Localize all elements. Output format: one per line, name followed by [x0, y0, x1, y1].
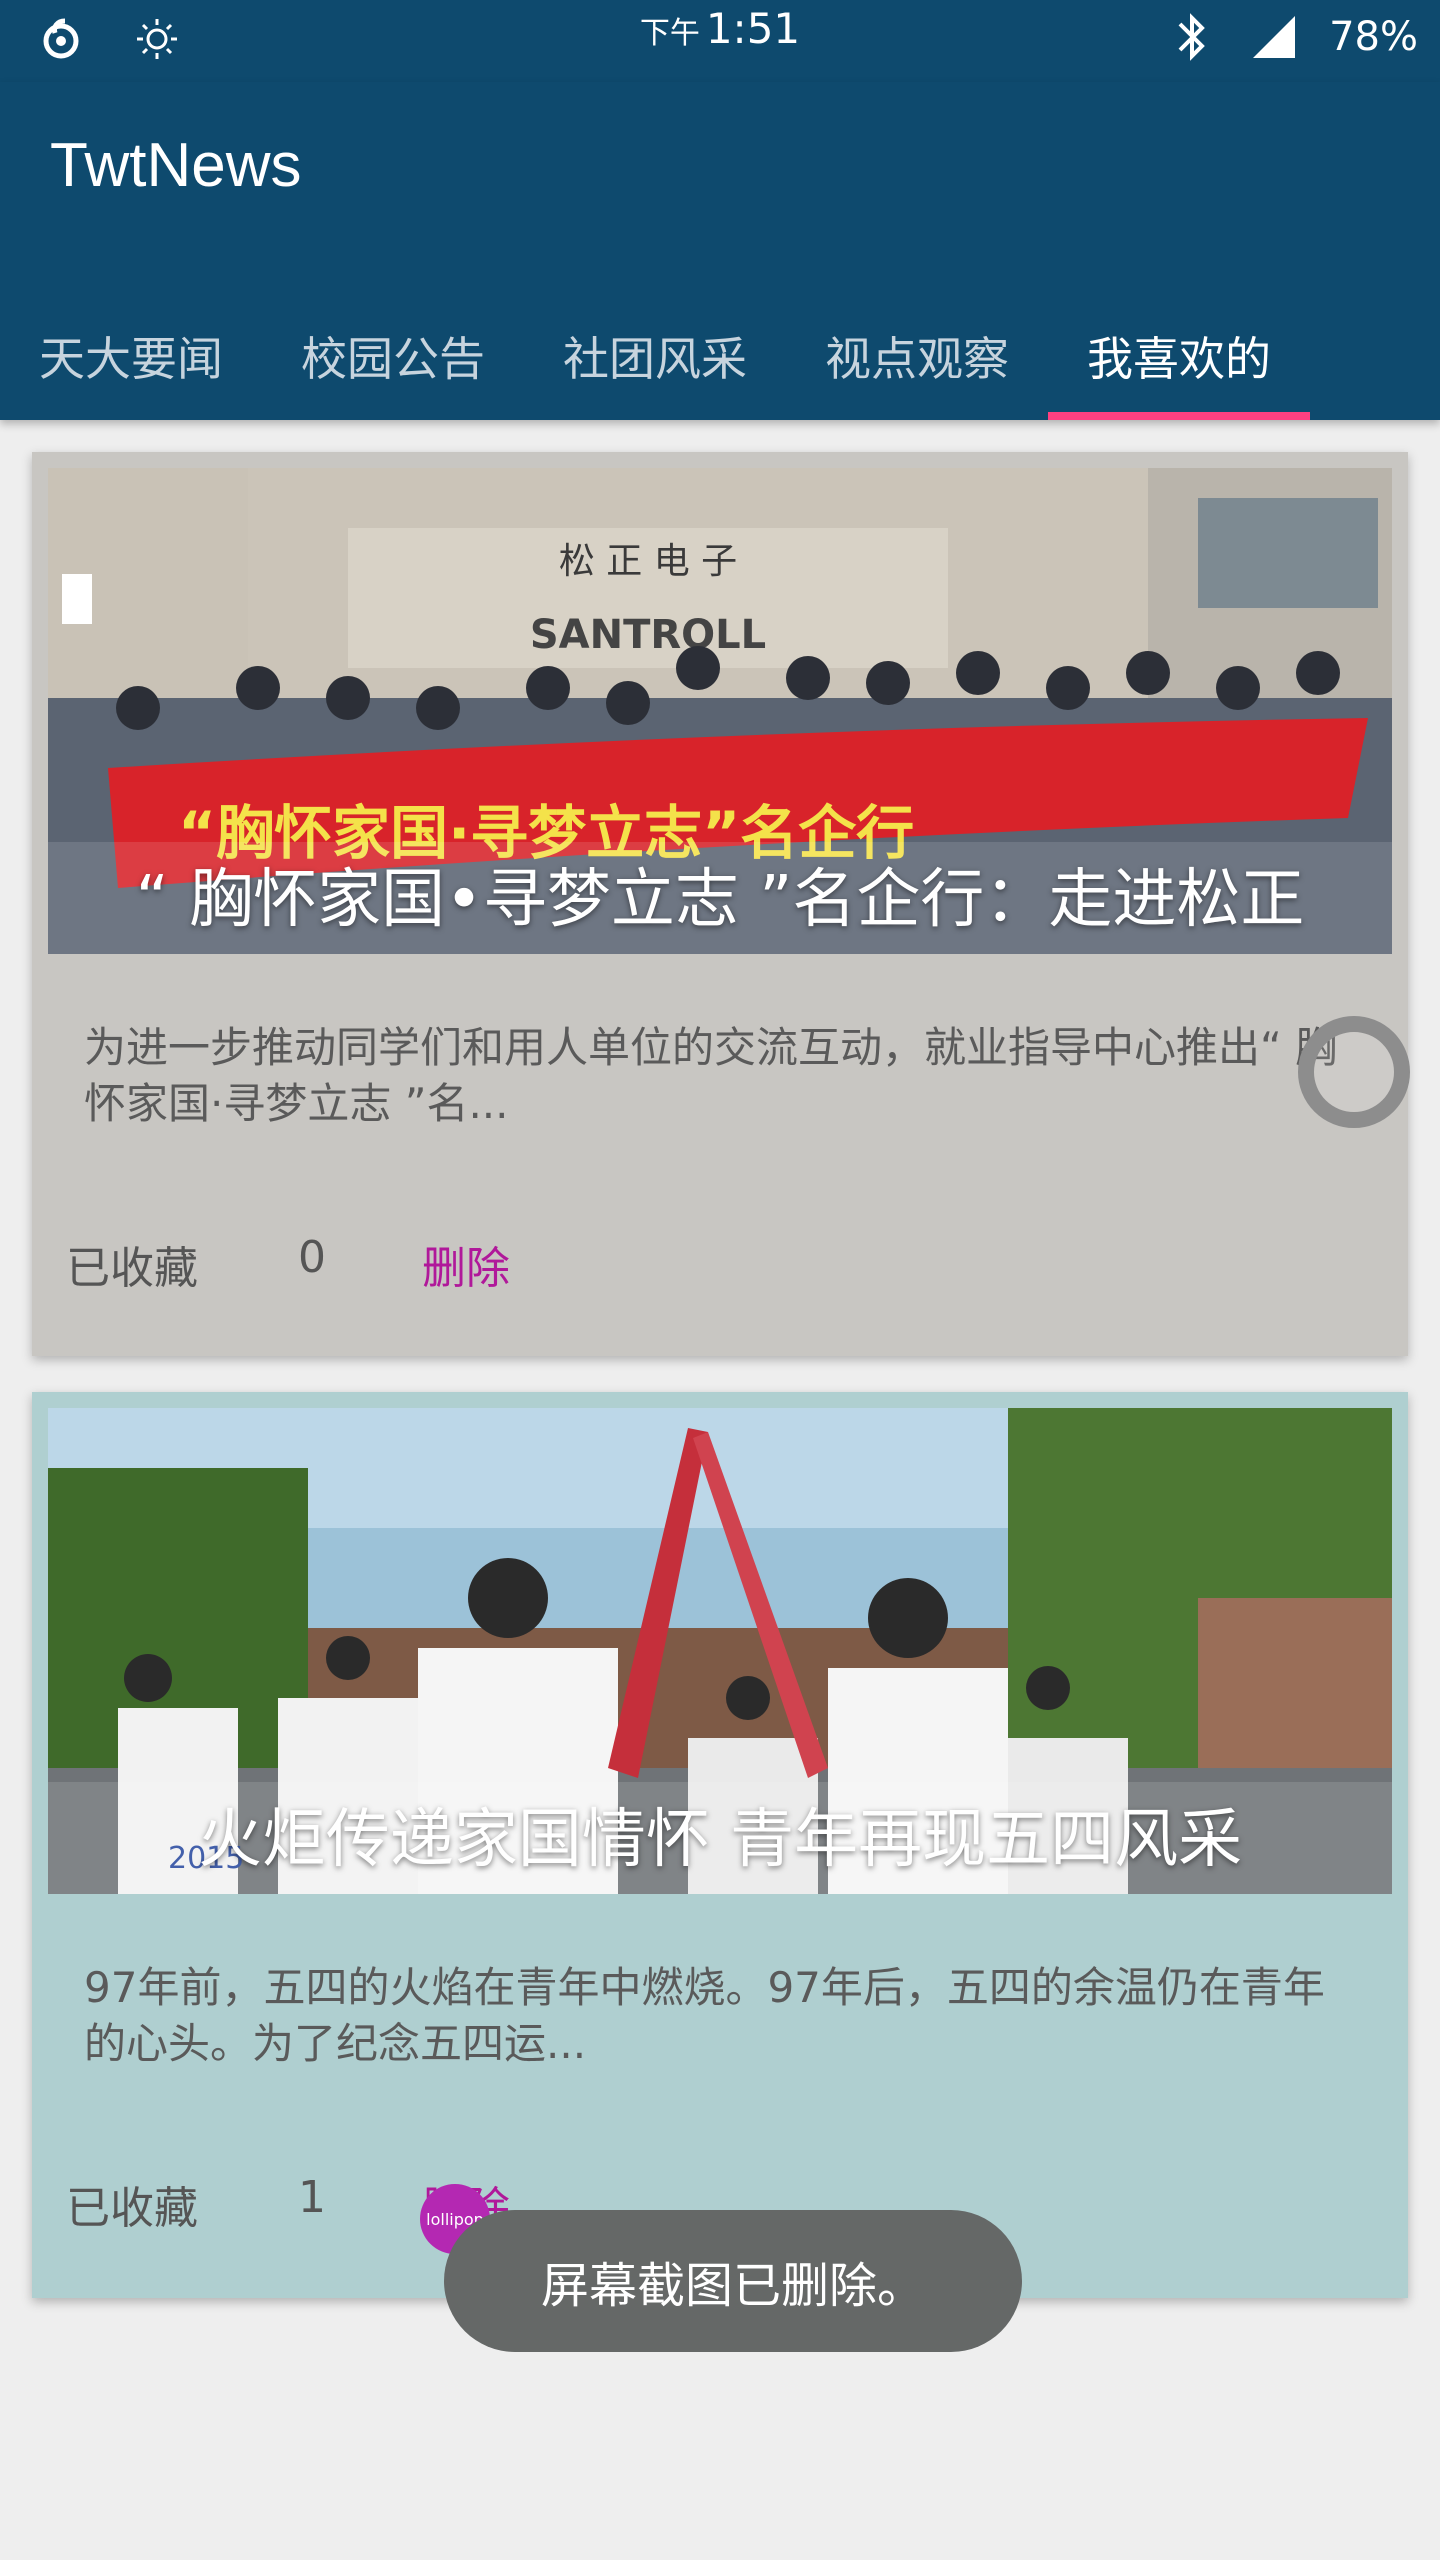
news-image: 2015 火炬传递家国情怀 青年再现五四风采 [48, 1408, 1392, 1894]
sign-text: 松 正 电 子 [559, 541, 737, 582]
signal-icon [1247, 10, 1301, 64]
news-image: 松 正 电 子 SANTROLL “胸怀家国·寻梦立志”名企行 “ 胸怀家国•寻… [48, 468, 1392, 954]
bluetooth-icon [1165, 10, 1219, 64]
tab-viewpoint[interactable]: 视点观察 [786, 292, 1048, 420]
app-title: TwtNews [50, 131, 302, 200]
news-card[interactable]: 2015 火炬传递家国情怀 青年再现五四风采 97年前，五四的火焰在青年中燃烧。… [32, 1392, 1408, 2298]
sign-text-en: SANTROLL [530, 612, 766, 658]
tab-indicator [1048, 412, 1310, 420]
tab-club-style[interactable]: 社团风采 [524, 292, 786, 420]
delete-button[interactable]: 删除 [422, 1232, 510, 1296]
card-title: 火炬传递家国情怀 青年再现五四风采 [197, 1803, 1243, 1877]
status-bar: 下午 1:51 78% [0, 0, 1440, 82]
favorite-count: 0 [298, 1232, 326, 1283]
toast-message: 屏幕截图已删除。 [444, 2210, 1022, 2352]
card-summary: 为进一步推动同学们和用人单位的交流互动，就业指导中心推出“ 胸怀家国·寻梦立志 … [84, 1023, 1338, 1128]
card-summary: 97年前，五四的火焰在青年中燃烧。97年后，五四的余温仍在青年的心头。为了纪念五… [84, 1963, 1325, 2068]
tab-my-favorites[interactable]: 我喜欢的 [1048, 292, 1310, 420]
app-bar: TwtNews 天大要闻 校园公告 社团风采 视点观察 我喜欢的 [0, 82, 1440, 420]
card-title: “ 胸怀家国•寻梦立志 ”名企行：走进松正 [135, 863, 1305, 937]
card-footer: 已收藏 0 删除 [66, 1232, 1366, 1312]
tab-bar: 天大要闻 校园公告 社团风采 视点观察 我喜欢的 [0, 292, 1440, 420]
tab-campus-notice[interactable]: 校园公告 [262, 292, 524, 420]
favorite-label: 已收藏 [66, 2183, 198, 2234]
news-card[interactable]: 松 正 电 子 SANTROLL “胸怀家国·寻梦立志”名企行 “ 胸怀家国•寻… [32, 452, 1410, 1356]
tab-tianda-news[interactable]: 天大要闻 [0, 292, 262, 420]
favorite-count: 1 [298, 2172, 326, 2223]
battery-level: 78% [1329, 14, 1418, 60]
favorite-label: 已收藏 [66, 1243, 198, 1294]
loading-spinner-icon [1298, 1016, 1410, 1128]
